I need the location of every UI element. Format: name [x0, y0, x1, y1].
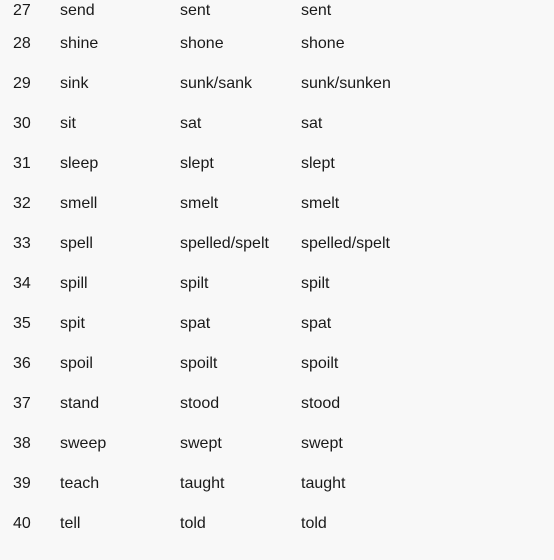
past-participle: spelled/spelt [301, 235, 390, 252]
verb-number: 39 [13, 475, 31, 492]
verb-number: 38 [13, 435, 31, 452]
past-simple: spat [180, 315, 211, 332]
verb-number: 35 [13, 315, 31, 332]
past-simple: taught [180, 475, 225, 492]
verb-number: 34 [13, 275, 31, 292]
table-row: 39 teach taught taught [0, 464, 501, 504]
base-form: spit [60, 315, 85, 332]
verb-number: 37 [13, 395, 31, 412]
base-form: spill [60, 275, 88, 292]
verb-number: 36 [13, 355, 31, 372]
verb-rows: 27 send sent sent 28 shine shone shone 2… [0, 0, 501, 544]
base-form: spoil [60, 355, 93, 372]
verb-number: 29 [13, 75, 31, 92]
table-row: 33 spell spelled/spelt spelled/spelt [0, 224, 501, 264]
past-simple: shone [180, 35, 224, 52]
base-form: send [60, 2, 95, 19]
table-row: 32 smell smelt smelt [0, 184, 501, 224]
past-participle: spat [301, 315, 332, 332]
table-row: 35 spit spat spat [0, 304, 501, 344]
table-row: 36 spoil spoilt spoilt [0, 344, 501, 384]
past-participle: told [301, 515, 327, 532]
irregular-verbs-table: 27 send sent sent 28 shine shone shone 2… [0, 0, 501, 544]
past-simple: swept [180, 435, 222, 452]
base-form: teach [60, 475, 100, 492]
past-simple: stood [180, 395, 220, 412]
verb-number: 27 [13, 2, 31, 19]
table-row: 38 sweep swept swept [0, 424, 501, 464]
table-row: 28 shine shone shone [0, 24, 501, 64]
past-participle: smelt [301, 195, 340, 212]
past-participle: sunk/sunken [301, 75, 391, 92]
verb-number: 30 [13, 115, 31, 132]
table-row: 37 stand stood stood [0, 384, 501, 424]
table-row: 40 tell told told [0, 504, 501, 544]
table-row: 30 sit sat sat [0, 104, 501, 144]
past-simple: sent [180, 2, 211, 19]
verb-number: 28 [13, 35, 31, 52]
table-row: 31 sleep slept slept [0, 144, 501, 184]
past-participle: stood [301, 395, 341, 412]
base-form: sweep [60, 435, 107, 452]
table-row: 34 spill spilt spilt [0, 264, 501, 304]
table-row: 27 send sent sent [0, 0, 501, 24]
past-participle: sent [301, 2, 332, 19]
past-simple: spilt [180, 275, 209, 292]
base-form: stand [60, 395, 100, 412]
past-participle: slept [301, 155, 335, 172]
past-simple: slept [180, 155, 214, 172]
base-form: spell [60, 235, 93, 252]
past-simple: told [180, 515, 206, 532]
past-participle: shone [301, 35, 345, 52]
past-simple: sunk/sank [180, 75, 253, 92]
past-participle: spilt [301, 275, 330, 292]
past-participle: swept [301, 435, 343, 452]
past-simple: sat [180, 115, 202, 132]
past-simple: spelled/spelt [180, 235, 269, 252]
past-simple: smelt [180, 195, 219, 212]
past-simple: spoilt [180, 355, 218, 372]
base-form: tell [60, 515, 81, 532]
base-form: sit [60, 115, 76, 132]
verb-number: 33 [13, 235, 31, 252]
base-form: shine [60, 35, 99, 52]
base-form: sleep [60, 155, 99, 172]
base-form: smell [60, 195, 98, 212]
base-form: sink [60, 75, 89, 92]
table-row: 29 sink sunk/sank sunk/sunken [0, 64, 501, 104]
past-participle: sat [301, 115, 323, 132]
verb-number: 32 [13, 195, 31, 212]
verb-number: 40 [13, 515, 31, 532]
verb-number: 31 [13, 155, 31, 172]
past-participle: spoilt [301, 355, 339, 372]
past-participle: taught [301, 475, 346, 492]
